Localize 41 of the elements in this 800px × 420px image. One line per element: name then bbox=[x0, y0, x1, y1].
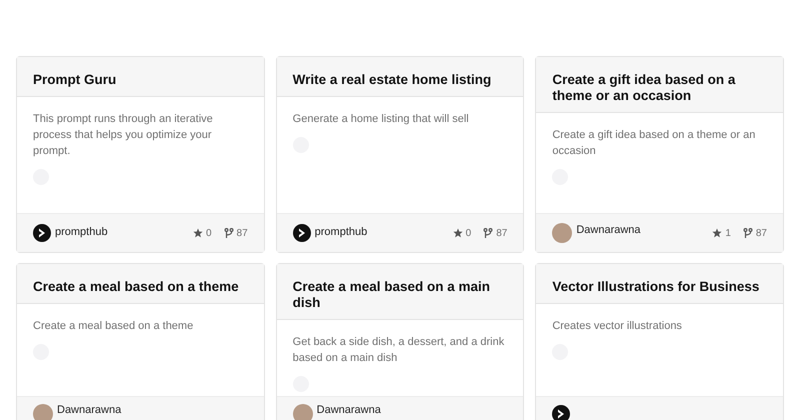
avatar-photo bbox=[33, 404, 53, 420]
card-title: Create a gift idea based on a theme or an occasion bbox=[536, 57, 783, 113]
prompt-card[interactable]: Create a gift idea based on a theme or an occasion Create a gift idea based on a theme or an occasion Dawnarawna 1 87 bbox=[535, 56, 784, 253]
star-icon bbox=[452, 228, 463, 238]
avatar-photo bbox=[552, 223, 572, 243]
card-description: Creates vector illustrations bbox=[552, 319, 683, 334]
prompt-card[interactable]: Write a real estate home listing Generate a home listing that will sell prompthub 0 87 bbox=[276, 56, 524, 253]
logo-icon bbox=[33, 224, 51, 242]
star-icon bbox=[712, 228, 722, 238]
fork-count: 87 bbox=[496, 226, 508, 240]
card-description: Get back a side dish, a dessert, and a drink based on a main dish bbox=[292, 335, 506, 366]
star-count: 0 bbox=[466, 226, 472, 240]
prompt-card[interactable]: Prompt Guru This prompt runs through an iterative process that helps you optimize your prompt. prompthub 0 87 bbox=[16, 56, 265, 253]
star-icon bbox=[192, 228, 203, 238]
author-name[interactable]: Dawnarawna bbox=[316, 402, 381, 419]
avatar-photo bbox=[292, 404, 313, 420]
prompt-card[interactable]: Vector Illustrations for Business Creates vector illustrations bbox=[535, 263, 784, 420]
fork-icon bbox=[483, 228, 494, 238]
card-title: Create a meal based on a theme bbox=[17, 264, 264, 304]
star-count: 0 bbox=[206, 226, 212, 240]
fork-count: 87 bbox=[756, 226, 767, 240]
prompt-card[interactable]: Create a meal based on a main dish Get back a side dish, a dessert, and a drink based on a main dish Dawnarawna bbox=[276, 263, 524, 420]
fork-icon bbox=[224, 228, 234, 238]
author-name[interactable]: Dawnarawna bbox=[57, 402, 122, 419]
fork-icon bbox=[742, 228, 753, 238]
card-title: Create a meal based on a main dish bbox=[276, 264, 524, 320]
card-description: This prompt runs through an iterative process that helps you optimize your prompt. bbox=[33, 112, 214, 159]
author-name[interactable]: prompthub bbox=[314, 224, 368, 240]
logo-icon bbox=[552, 404, 570, 420]
card-title: Vector Illustrations for Business bbox=[536, 264, 783, 304]
prompt-card[interactable]: Create a meal based on a theme Create a meal based on a theme Dawnarawna bbox=[16, 263, 265, 420]
logo-icon bbox=[292, 224, 311, 242]
card-description: Generate a home listing that will sell bbox=[292, 112, 470, 127]
star-count: 1 bbox=[725, 226, 731, 240]
card-description: Create a gift idea based on a theme or an occasion bbox=[552, 128, 756, 159]
card-title: Write a real estate home listing bbox=[276, 57, 524, 97]
card-title: Prompt Guru bbox=[17, 57, 264, 97]
author-name[interactable]: prompthub bbox=[55, 224, 108, 240]
card-description: Create a meal based on a theme bbox=[33, 319, 194, 334]
fork-count: 87 bbox=[236, 226, 248, 240]
author-name[interactable]: Dawnarawna bbox=[576, 222, 641, 238]
